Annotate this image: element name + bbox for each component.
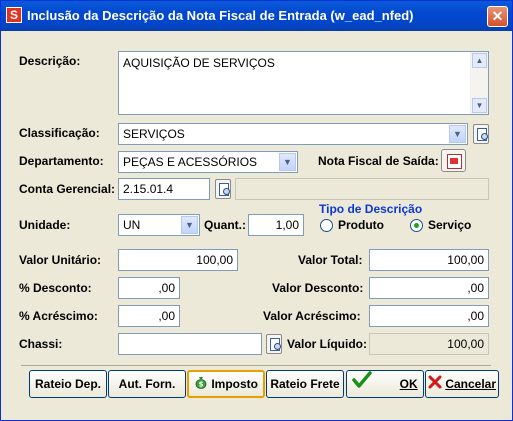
nota-fiscal-saida-button[interactable] bbox=[441, 149, 466, 172]
servico-radio-label[interactable]: Serviço bbox=[428, 218, 471, 232]
lookup-icon bbox=[219, 183, 230, 196]
descricao-scrollbar[interactable]: ▲ ▼ bbox=[470, 52, 488, 114]
servico-radio[interactable] bbox=[410, 219, 423, 232]
unidade-select[interactable]: UN ▼ bbox=[118, 214, 200, 236]
conta-gerencial-description bbox=[235, 178, 489, 200]
classificacao-label: Classificação: bbox=[19, 126, 100, 140]
valor-acrescimo-label: Valor Acréscimo: bbox=[263, 309, 361, 323]
departamento-value: PEÇAS E ACESSÓRIOS bbox=[123, 155, 258, 169]
chassi-label: Chassi: bbox=[19, 337, 63, 351]
rateio-dep-label: Rateio Dep. bbox=[34, 377, 101, 391]
lookup-icon bbox=[270, 338, 281, 351]
unidade-value: UN bbox=[123, 218, 141, 232]
conta-gerencial-label: Conta Gerencial: bbox=[19, 182, 116, 196]
cancelar-label: Cancelar bbox=[445, 377, 497, 391]
valor-liquido-label: Valor Líquido: bbox=[287, 337, 367, 351]
scroll-up-icon[interactable]: ▲ bbox=[472, 53, 487, 68]
perc-acrescimo-label: % Acréscimo: bbox=[19, 309, 98, 323]
descricao-value: AQUISIÇÃO DE SERVIÇOS bbox=[123, 56, 275, 70]
valor-desconto-input[interactable]: ,00 bbox=[369, 277, 489, 299]
perc-desconto-label: % Desconto: bbox=[19, 281, 92, 295]
money-bag-icon: $ bbox=[194, 373, 208, 397]
rateio-frete-label: Rateio Frete bbox=[270, 377, 340, 391]
quant-label: Quant.: bbox=[204, 218, 246, 232]
descricao-label: Descrição: bbox=[19, 54, 81, 68]
perc-desconto-input[interactable]: ,00 bbox=[118, 277, 180, 299]
departamento-select[interactable]: PEÇAS E ACESSÓRIOS ▼ bbox=[118, 151, 298, 173]
red-x-icon bbox=[428, 372, 442, 398]
app-logo-icon: S bbox=[6, 7, 22, 23]
svg-text:$: $ bbox=[199, 380, 204, 388]
valor-total-label: Valor Total: bbox=[298, 253, 363, 267]
departamento-label: Departamento: bbox=[19, 154, 104, 168]
conta-gerencial-lookup-button[interactable] bbox=[215, 179, 231, 199]
tipo-descricao-group: Tipo de Descrição Produto Serviço bbox=[313, 202, 489, 240]
produto-radio-label[interactable]: Produto bbox=[338, 218, 384, 232]
perc-acrescimo-input[interactable]: ,00 bbox=[118, 305, 180, 327]
valor-acrescimo-input[interactable]: ,00 bbox=[369, 305, 489, 327]
title-bar[interactable]: S Inclusão da Descrição da Nota Fiscal d… bbox=[1, 1, 512, 31]
chassi-input[interactable] bbox=[118, 333, 262, 355]
rateio-frete-button[interactable]: Rateio Frete bbox=[266, 370, 344, 398]
chevron-down-icon[interactable]: ▼ bbox=[449, 125, 466, 143]
quant-input[interactable]: 1,00 bbox=[248, 214, 304, 236]
ok-button[interactable]: OK bbox=[346, 370, 424, 398]
valor-unitario-label: Valor Unitário: bbox=[19, 253, 102, 267]
rateio-dep-button[interactable]: Rateio Dep. bbox=[29, 370, 107, 398]
tipo-descricao-legend: Tipo de Descrição bbox=[319, 202, 423, 216]
chassi-lookup-button[interactable] bbox=[266, 334, 282, 354]
cancelar-button[interactable]: Cancelar bbox=[425, 370, 499, 398]
classificacao-select[interactable]: SERVIÇOS ▼ bbox=[118, 123, 468, 145]
descricao-textarea[interactable]: AQUISIÇÃO DE SERVIÇOS ▲ ▼ bbox=[118, 51, 489, 115]
close-button[interactable]: ✕ bbox=[487, 6, 508, 27]
nota-fiscal-icon bbox=[447, 154, 462, 169]
aut-forn-label: Aut. Forn. bbox=[118, 377, 176, 391]
valor-unitario-input[interactable]: 100,00 bbox=[118, 249, 238, 271]
lookup-icon bbox=[477, 128, 488, 141]
valor-total-input[interactable]: 100,00 bbox=[369, 249, 489, 271]
button-divider bbox=[21, 365, 491, 366]
ok-label: OK bbox=[399, 377, 418, 391]
valor-liquido-value: 100,00 bbox=[369, 333, 489, 355]
classificacao-value: SERVIÇOS bbox=[123, 127, 185, 141]
classificacao-lookup-button[interactable] bbox=[473, 124, 489, 144]
scroll-down-icon[interactable]: ▼ bbox=[472, 98, 487, 113]
valor-desconto-label: Valor Desconto: bbox=[272, 281, 364, 295]
unidade-label: Unidade: bbox=[19, 218, 71, 232]
chevron-down-icon[interactable]: ▼ bbox=[181, 216, 198, 234]
window-title: Inclusão da Descrição da Nota Fiscal de … bbox=[27, 8, 414, 23]
dialog-window: S Inclusão da Descrição da Nota Fiscal d… bbox=[0, 0, 513, 421]
chevron-down-icon[interactable]: ▼ bbox=[279, 153, 296, 171]
conta-gerencial-input[interactable]: 2.15.01.4 bbox=[118, 178, 210, 200]
produto-radio[interactable] bbox=[320, 219, 333, 232]
nota-fiscal-saida-label: Nota Fiscal de Saída: bbox=[318, 154, 439, 168]
aut-forn-button[interactable]: Aut. Forn. bbox=[108, 370, 186, 398]
checkmark-icon bbox=[352, 371, 373, 398]
imposto-button[interactable]: $ Imposto bbox=[187, 370, 265, 398]
imposto-label: Imposto bbox=[211, 377, 258, 391]
